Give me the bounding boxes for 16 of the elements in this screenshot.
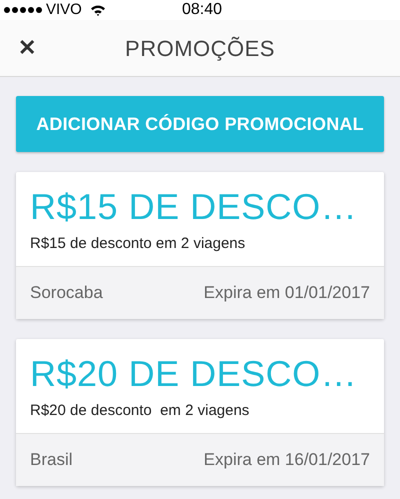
page-title: PROMOÇÕES: [124, 34, 276, 63]
promo-description: R$20 de desconto em 2 viagens: [30, 401, 250, 421]
close-button[interactable]: ✕: [18, 37, 36, 59]
carrier-name: VIVO: [46, 0, 82, 20]
status-time: 08:40: [182, 0, 222, 20]
wifi-icon: [90, 4, 106, 16]
promo-expiry: Expira em 01/01/2017: [204, 282, 370, 304]
signal-icon: [4, 7, 42, 13]
promo-region: Sorocaba: [30, 282, 103, 304]
promo-card[interactable]: R$20 DE DESCO… R$20 de desconto em 2 viagens Brasil Expira em 16/01/2017: [16, 339, 384, 486]
promo-headline: R$20 DE DESCO…: [30, 352, 358, 396]
promo-region: Brasil: [30, 449, 73, 472]
promo-headline: R$15 DE DESCO…: [30, 185, 358, 229]
promo-expiry: Expira em 16/01/2017: [204, 449, 370, 472]
promo-card[interactable]: R$15 DE DESCO… R$15 de desconto em 2 viagens Sorocaba Expira em 01/01/2017: [16, 172, 384, 319]
promo-description: R$15 de desconto em 2 viagens: [30, 234, 246, 254]
